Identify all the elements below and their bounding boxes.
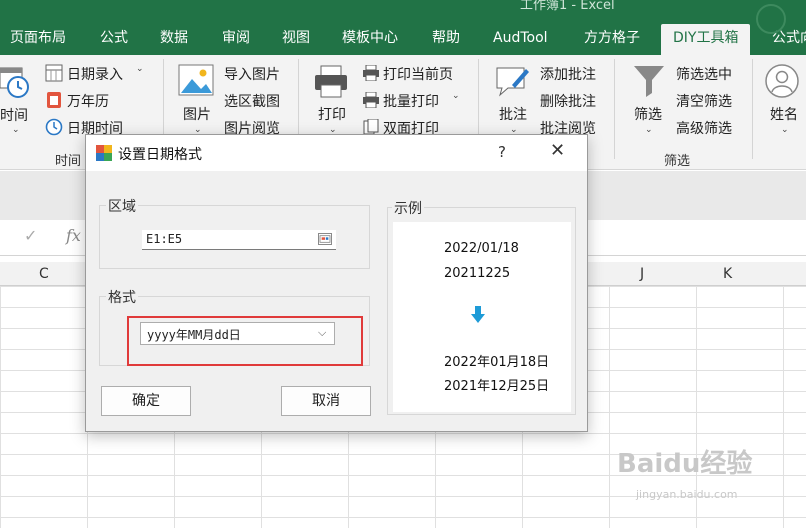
batch-print-button[interactable]: 批量打印	[383, 91, 439, 111]
example-after-1: 2022年01月18日	[444, 355, 550, 370]
tab-fangfang-gezi[interactable]: 方方格子	[584, 24, 640, 55]
tab-review[interactable]: 审阅	[222, 24, 250, 55]
advanced-filter-button[interactable]: 高级筛选	[676, 118, 732, 138]
calendar-button[interactable]: 万年历	[67, 91, 109, 111]
example-after-2: 2021年12月25日	[444, 379, 550, 394]
filter-selected-button[interactable]: 筛选选中	[676, 64, 732, 84]
name-button[interactable]: 姓名	[770, 104, 798, 124]
format-select[interactable]: yyyy年MM月dd日	[140, 322, 335, 345]
tab-audtool[interactable]: AudTool	[493, 24, 548, 55]
watermark-url: jingyan.baidu.com	[636, 488, 738, 501]
filter-funnel-icon	[634, 66, 664, 97]
account-icon[interactable]	[756, 4, 786, 34]
clear-filter-button[interactable]: 清空筛选	[676, 91, 732, 111]
print-current-button[interactable]: 打印当前页	[383, 64, 453, 84]
filter-group-label: 筛选	[664, 154, 691, 169]
chevron-down-icon[interactable]: ⌄	[645, 125, 653, 135]
divider	[614, 59, 615, 159]
divider	[752, 59, 753, 159]
range-legend: 区域	[106, 196, 138, 216]
window-title: 工作簿1 - Excel	[520, 0, 615, 13]
printer-small-icon	[363, 65, 379, 81]
chevron-down-icon[interactable]: ⌵	[318, 326, 326, 340]
format-legend: 格式	[106, 287, 138, 307]
watermark-logo: Baidu经验	[617, 449, 753, 479]
ok-button[interactable]: 确定	[101, 386, 191, 416]
date-entry-button[interactable]: 日期录入	[67, 64, 123, 84]
import-picture-button[interactable]: 导入图片	[224, 64, 280, 84]
dialog-titlebar[interactable]: 设置日期格式 ? ✕	[86, 135, 587, 171]
check-icon[interactable]: ✓	[24, 226, 37, 245]
time-group-label: 时间	[55, 154, 82, 169]
date-entry-icon	[45, 64, 63, 82]
tab-page-layout[interactable]: 页面布局	[10, 24, 66, 55]
range-picker-icon[interactable]	[318, 233, 332, 245]
chevron-down-icon[interactable]: ⌄	[781, 125, 789, 135]
ribbon-tab-bar: 工作簿1 - Excel 页面布局 公式 数据 审阅 视图 模板中心 帮助 Au…	[0, 0, 806, 55]
fx-icon[interactable]: fx	[66, 226, 81, 245]
printer-icon	[315, 65, 347, 98]
filter-button[interactable]: 筛选	[634, 104, 662, 124]
tab-template-center[interactable]: 模板中心	[342, 24, 398, 55]
tab-help[interactable]: 帮助	[432, 24, 460, 55]
arrow-down-icon	[471, 306, 485, 323]
delete-comment-button[interactable]: 删除批注	[540, 91, 596, 111]
range-input[interactable]: E1:E5	[142, 230, 336, 250]
column-header-k[interactable]: K	[723, 266, 732, 282]
duplex-print-icon	[363, 119, 379, 135]
time-button[interactable]: 时间	[0, 105, 28, 125]
calendar-red-icon	[47, 92, 61, 108]
example-legend: 示例	[392, 198, 424, 218]
chevron-down-icon[interactable]: ⌄	[12, 125, 20, 135]
clock-icon	[45, 118, 63, 136]
batch-print-icon	[363, 92, 379, 108]
picture-button[interactable]: 图片	[183, 104, 211, 124]
comment-icon	[496, 67, 529, 97]
example-before-2: 20211225	[444, 266, 511, 281]
person-icon	[765, 64, 799, 98]
date-format-dialog: 设置日期格式 ? ✕ 区域 E1:E5 格式 yyyy年MM月dd日 ⌵ 确定 …	[85, 134, 588, 432]
tab-data[interactable]: 数据	[160, 24, 188, 55]
add-comment-button[interactable]: 添加批注	[540, 64, 596, 84]
chevron-down-icon[interactable]: ⌄	[136, 64, 144, 74]
example-before-1: 2022/01/18	[444, 241, 519, 256]
clock-calendar-icon	[0, 67, 29, 98]
dialog-title: 设置日期格式	[118, 147, 202, 163]
tab-formulas[interactable]: 公式	[100, 24, 128, 55]
column-header-c[interactable]: C	[39, 266, 49, 282]
close-icon[interactable]: ✕	[550, 140, 565, 161]
print-button[interactable]: 打印	[318, 104, 346, 124]
column-header-j[interactable]: J	[640, 266, 644, 282]
tab-view[interactable]: 视图	[282, 24, 310, 55]
help-icon[interactable]: ?	[498, 143, 506, 161]
comment-button[interactable]: 批注	[499, 104, 527, 124]
region-capture-button[interactable]: 选区截图	[224, 91, 280, 111]
picture-icon	[178, 64, 214, 96]
cancel-button[interactable]: 取消	[281, 386, 371, 416]
chevron-down-icon[interactable]: ⌄	[452, 91, 460, 101]
tab-diy-toolbox[interactable]: DIY工具箱	[661, 24, 751, 55]
app-logo-icon	[96, 145, 112, 161]
